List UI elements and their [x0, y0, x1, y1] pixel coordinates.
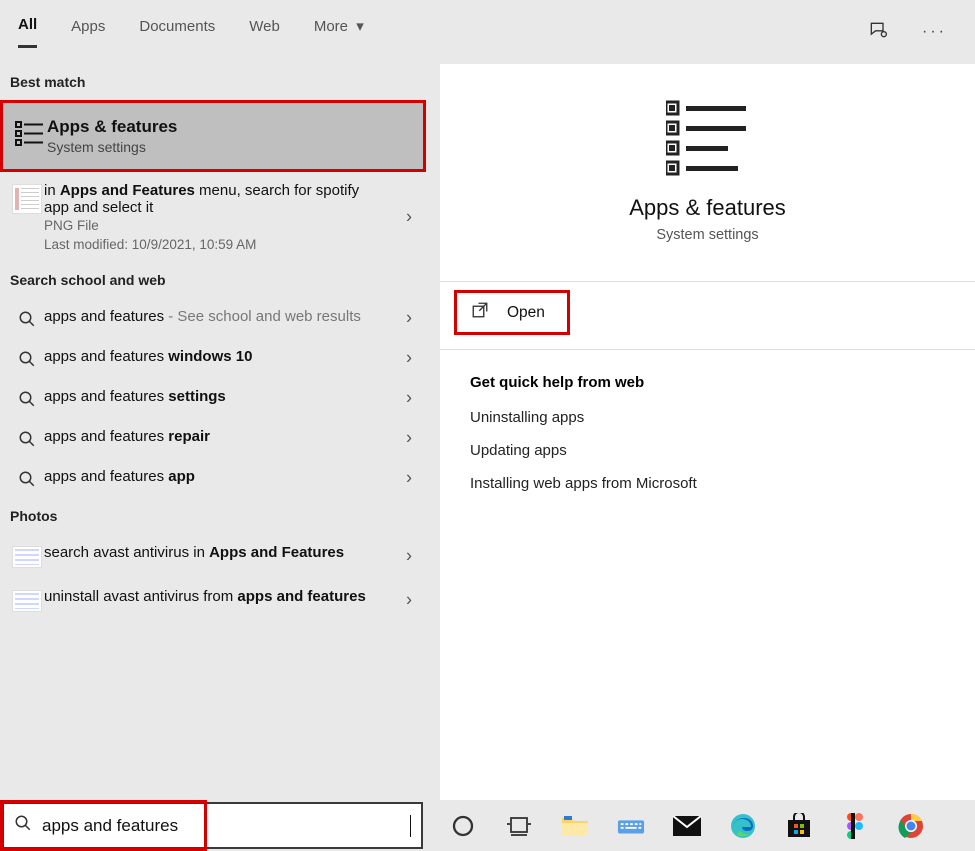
apps-features-hero-icon: [666, 98, 750, 181]
tab-documents[interactable]: Documents: [139, 18, 215, 47]
file-thumbnail-icon: [12, 184, 42, 214]
microsoft-store-icon[interactable]: [785, 812, 813, 840]
open-label: Open: [507, 304, 545, 322]
search-icon: [10, 388, 44, 408]
file-result-type: PNG File: [44, 218, 386, 233]
photo-thumbnail-icon: [12, 590, 42, 612]
file-result-title: in Apps and Features menu, search for sp…: [44, 182, 386, 216]
feedback-icon[interactable]: [868, 20, 888, 45]
open-button[interactable]: Open: [454, 290, 570, 335]
text-caret: [410, 815, 411, 837]
search-icon: [10, 468, 44, 488]
chevron-right-icon: ›: [406, 590, 412, 611]
section-school-web: Search school and web: [0, 262, 426, 298]
best-match-result[interactable]: Apps & features System settings: [0, 100, 426, 172]
search-icon: [14, 814, 32, 837]
results-pane: Best match Apps & features System settin…: [0, 64, 426, 800]
tab-more-label: More: [314, 18, 348, 35]
photo-result-1[interactable]: search avast antivirus in Apps and Featu…: [0, 534, 426, 578]
file-result[interactable]: in Apps and Features menu, search for sp…: [0, 172, 426, 262]
open-external-icon: [471, 301, 489, 324]
options-icon[interactable]: ···: [922, 23, 947, 41]
search-input[interactable]: [42, 816, 412, 836]
file-result-modified: Last modified: 10/9/2021, 10:59 AM: [44, 237, 386, 252]
search-icon: [10, 348, 44, 368]
preview-pane: Apps & features System settings Open Get…: [426, 64, 975, 800]
web-result-app[interactable]: apps and features app ›: [0, 458, 426, 498]
web-result-settings[interactable]: apps and features settings ›: [0, 378, 426, 418]
chevron-right-icon: ›: [406, 428, 412, 449]
preview-title: Apps & features: [440, 195, 975, 221]
tab-web[interactable]: Web: [249, 18, 280, 47]
chevron-down-icon: ▾: [356, 18, 364, 35]
best-match-title: Apps & features: [47, 117, 383, 137]
apps-features-list-icon: [13, 117, 47, 149]
help-link-install[interactable]: Installing web apps from Microsoft: [440, 467, 975, 500]
web-result-windows10[interactable]: apps and features windows 10 ›: [0, 338, 426, 378]
best-match-subtitle: System settings: [47, 139, 383, 155]
chevron-right-icon: ›: [406, 468, 412, 489]
chevron-right-icon: ›: [406, 308, 412, 329]
cortana-icon[interactable]: [449, 812, 477, 840]
taskbar-search-box[interactable]: [2, 802, 423, 849]
search-filter-tabs: All Apps Documents Web More ▾ ···: [0, 0, 975, 64]
tab-all[interactable]: All: [18, 16, 37, 48]
web-result-title: apps and features - See school and web r…: [44, 308, 386, 325]
search-icon: [10, 428, 44, 448]
tab-more[interactable]: More ▾: [314, 17, 364, 47]
search-icon: [10, 308, 44, 328]
chevron-right-icon: ›: [406, 207, 412, 228]
divider: [440, 281, 975, 282]
task-view-icon[interactable]: [505, 812, 533, 840]
edge-icon[interactable]: [729, 812, 757, 840]
quick-help-heading: Get quick help from web: [440, 350, 975, 401]
photo-result-2[interactable]: uninstall avast antivirus from apps and …: [0, 578, 426, 622]
web-result-repair[interactable]: apps and features repair ›: [0, 418, 426, 458]
on-screen-keyboard-icon[interactable]: [617, 812, 645, 840]
chevron-right-icon: ›: [406, 388, 412, 409]
help-link-update[interactable]: Updating apps: [440, 434, 975, 467]
file-explorer-icon[interactable]: [561, 812, 589, 840]
photo-thumbnail-icon: [12, 546, 42, 568]
chevron-right-icon: ›: [406, 546, 412, 567]
section-photos: Photos: [0, 498, 426, 534]
tab-apps[interactable]: Apps: [71, 18, 105, 47]
web-result-see-more[interactable]: apps and features - See school and web r…: [0, 298, 426, 338]
section-best-match: Best match: [0, 64, 426, 100]
taskbar: [0, 800, 975, 851]
figma-icon[interactable]: [841, 812, 869, 840]
help-link-uninstall[interactable]: Uninstalling apps: [440, 401, 975, 434]
mail-icon[interactable]: [673, 812, 701, 840]
preview-subtitle: System settings: [440, 227, 975, 243]
chevron-right-icon: ›: [406, 348, 412, 369]
chrome-icon[interactable]: [897, 812, 925, 840]
